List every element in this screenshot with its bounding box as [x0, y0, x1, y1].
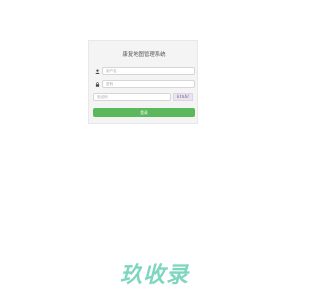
login-title: 康复地图管理系统 [122, 52, 166, 58]
captcha-image[interactable]: ktnbl [173, 93, 193, 101]
password-row [93, 80, 195, 88]
login-panel: 康复地图管理系统 ktnbl 登录 [88, 40, 198, 124]
password-input[interactable] [102, 80, 195, 88]
lock-icon [93, 80, 102, 88]
page: 康复地图管理系统 ktnbl 登录 玖收 [0, 0, 300, 300]
username-input[interactable] [102, 67, 195, 75]
watermark-logo: 玖收录 [120, 263, 190, 288]
username-row [93, 67, 195, 75]
captcha-input[interactable] [93, 93, 171, 101]
user-icon [93, 67, 102, 75]
captcha-row: ktnbl [93, 93, 195, 101]
login-button[interactable]: 登录 [93, 108, 195, 117]
